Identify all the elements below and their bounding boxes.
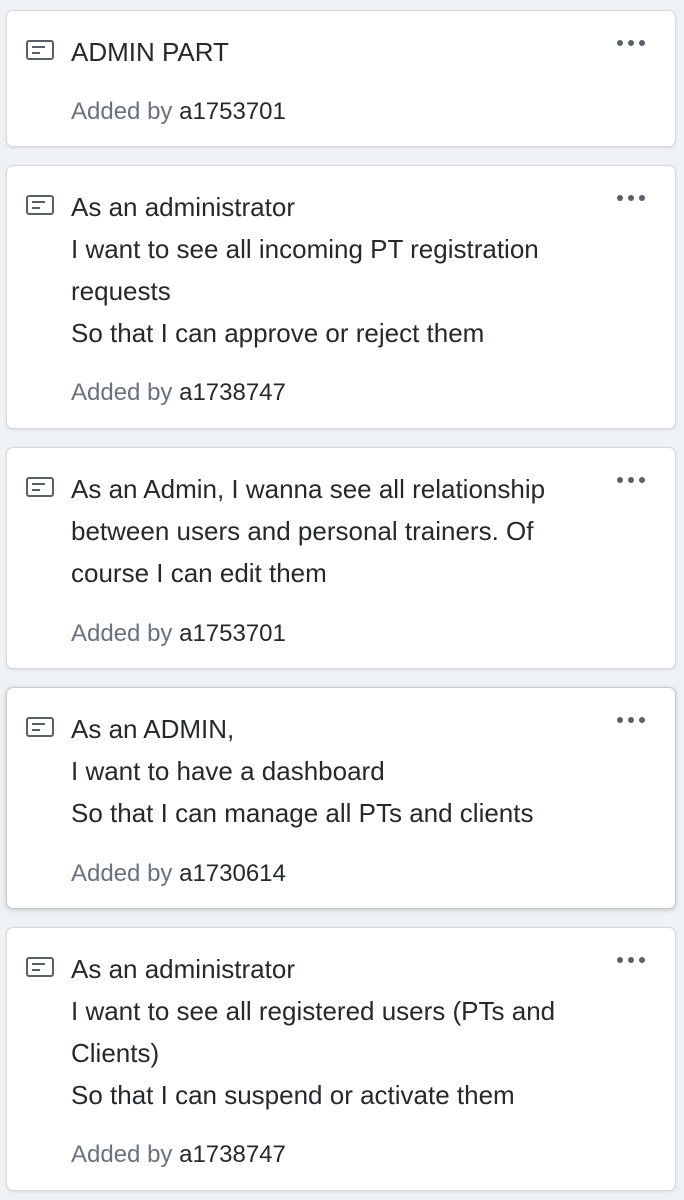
note-line: As an Admin, I wanna see all relationshi…	[71, 474, 546, 504]
note-line: ADMIN PART	[71, 37, 229, 67]
note-text: ADMIN PART	[71, 31, 631, 73]
note-text: As an administrator I want to see all re…	[71, 948, 631, 1116]
note-line: Clients)	[71, 1038, 160, 1068]
note-card[interactable]: As an administrator I want to see all re…	[6, 927, 676, 1191]
author-link[interactable]: a1753701	[179, 620, 286, 647]
added-by-label: Added by	[71, 98, 173, 125]
added-by-label: Added by	[71, 1141, 173, 1168]
note-card[interactable]: ADMIN PART Added by a1753701	[6, 10, 676, 147]
note-line: I want to have a dashboard	[71, 756, 385, 786]
note-card[interactable]: As an Admin, I wanna see all relationshi…	[6, 447, 676, 669]
note-text: As an ADMIN, I want to have a dashboard …	[71, 708, 631, 834]
note-line: So that I can manage all PTs and clients	[71, 798, 534, 828]
author-link[interactable]: a1753701	[179, 98, 286, 125]
note-line: As an administrator	[71, 954, 295, 984]
note-card[interactable]: As an ADMIN, I want to have a dashboard …	[6, 687, 676, 909]
note-line: So that I can suspend or activate them	[71, 1080, 515, 1110]
author-link[interactable]: a1738747	[179, 1141, 286, 1168]
added-by: Added by a1730614	[71, 858, 286, 890]
added-by: Added by a1738747	[71, 1139, 286, 1171]
note-card[interactable]: As an administrator I want to see all in…	[6, 165, 676, 429]
author-link[interactable]: a1730614	[179, 860, 286, 887]
note-line: between users and personal trainers. Of	[71, 516, 534, 546]
note-icon	[26, 957, 54, 977]
added-by: Added by a1738747	[71, 377, 286, 409]
note-line: requests	[71, 276, 171, 306]
added-by-label: Added by	[71, 620, 173, 647]
note-line: So that I can approve or reject them	[71, 318, 485, 348]
note-line: course I can edit them	[71, 558, 327, 588]
added-by-label: Added by	[71, 860, 173, 887]
added-by-label: Added by	[71, 379, 173, 406]
note-icon	[26, 40, 54, 60]
author-link[interactable]: a1738747	[179, 379, 286, 406]
note-line: I want to see all registered users (PTs …	[71, 996, 556, 1026]
note-text: As an administrator I want to see all in…	[71, 186, 631, 354]
note-line: I want to see all incoming PT registrati…	[71, 234, 539, 264]
note-line: As an ADMIN,	[71, 714, 235, 744]
note-icon	[26, 477, 54, 497]
note-line: As an administrator	[71, 192, 295, 222]
added-by: Added by a1753701	[71, 96, 286, 128]
note-icon	[26, 717, 54, 737]
note-icon	[26, 195, 54, 215]
project-column-cards: ADMIN PART Added by a1753701 As an admin…	[0, 0, 684, 1200]
added-by: Added by a1753701	[71, 618, 286, 650]
note-text: As an Admin, I wanna see all relationshi…	[71, 468, 631, 594]
